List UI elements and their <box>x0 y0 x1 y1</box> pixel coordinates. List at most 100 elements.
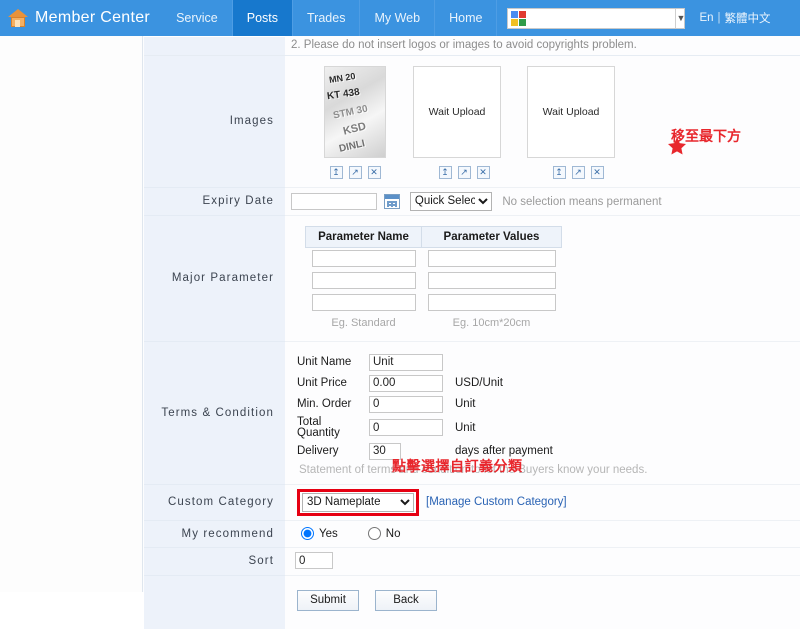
google-icon <box>511 10 527 26</box>
unit-name-cell <box>369 352 447 373</box>
delivery-label: Delivery <box>297 445 339 457</box>
language-switcher: En | 繁體中文 <box>699 0 770 36</box>
back-button[interactable]: Back <box>375 589 437 611</box>
image-placeholder-2[interactable]: Wait Upload <box>413 65 501 158</box>
delete-icon[interactable]: ✕ <box>367 165 381 179</box>
delivery-row: Delivery days after payment <box>297 441 557 462</box>
copyright-notice-text: 2. Please do not insert logos or images … <box>291 38 637 51</box>
delivery-input[interactable] <box>369 442 401 460</box>
total-quantity-unit: Unit <box>455 421 476 434</box>
nav-tab-service[interactable]: Service <box>162 0 233 36</box>
image-slot-2[interactable]: Wait Upload ↥ ↗ ✕ <box>413 65 515 179</box>
major-parameter-cell: Parameter Name Parameter Values Eg. Stan… <box>285 215 800 342</box>
parameter-value-cell-2 <box>422 270 562 292</box>
nav-tab-home[interactable]: Home <box>435 0 498 36</box>
parameter-name-cell-1 <box>306 247 422 270</box>
manage-custom-category-link[interactable]: [Manage Custom Category] <box>426 496 567 508</box>
house-icon <box>8 8 28 28</box>
unit-name-row: Unit Name <box>297 352 557 373</box>
my-recommend-yes-option[interactable]: Yes <box>301 527 338 540</box>
parameter-name-cell-3 <box>306 292 422 314</box>
custom-category-row: Custom Category 3D Nameplate [Manage Cus… <box>144 483 800 521</box>
search-input[interactable] <box>529 8 676 28</box>
my-recommend-label: My recommend <box>144 519 285 548</box>
total-quantity-input[interactable] <box>369 419 443 436</box>
form-actions-row: Submit Back <box>144 574 800 629</box>
my-recommend-no-option[interactable]: No <box>367 527 400 540</box>
parameter-value-input-1[interactable] <box>427 249 556 267</box>
major-parameter-row: Major Parameter Parameter Name Parameter… <box>144 214 800 342</box>
form-actions-cell: Submit Back <box>285 575 800 629</box>
search-box[interactable]: ▼ <box>507 7 686 29</box>
notice-row: 2. Please do not insert logos or images … <box>144 36 800 56</box>
upload-icon[interactable]: ↥ <box>552 165 566 179</box>
parameter-name-cell-2 <box>306 270 422 292</box>
parameter-value-example: Eg. 10cm*20cm <box>452 316 531 329</box>
parameter-value-header: Parameter Values <box>421 225 562 248</box>
unit-name-input[interactable] <box>369 353 443 371</box>
parameter-name-input-3[interactable] <box>311 293 416 311</box>
image-placeholder-3[interactable]: Wait Upload <box>527 65 615 158</box>
nav-tab-trades[interactable]: Trades <box>293 0 361 36</box>
image-thumbnail[interactable]: MN 20 KT 438 STM 30 KSD DINLI <box>324 65 386 158</box>
expand-icon[interactable]: ↗ <box>571 165 585 179</box>
parameter-value-cell-3 <box>422 292 562 314</box>
unit-price-label: Unit Price <box>297 377 347 389</box>
my-recommend-cell: Yes No <box>285 520 800 548</box>
upload-icon[interactable]: ↥ <box>438 165 452 179</box>
terms-statement-text: Statement of terms and condition to let … <box>299 463 648 476</box>
plate-line-1: MN 20 <box>328 70 357 85</box>
min-order-cell <box>369 394 447 415</box>
calendar-icon[interactable] <box>384 193 401 209</box>
left-pane <box>0 36 143 592</box>
parameter-value-input-2[interactable] <box>427 271 556 289</box>
quick-select-dropdown[interactable]: Quick Select <box>409 191 492 211</box>
parameter-table: Parameter Name Parameter Values Eg. Stan… <box>305 225 562 331</box>
search-area: ▼ <box>507 0 686 36</box>
image-slot-3[interactable]: Wait Upload ↥ ↗ ✕ <box>527 65 629 179</box>
lang-en-link[interactable]: En <box>699 12 713 24</box>
images-row: Images MN 20 KT 438 STM 30 KSD DINLI ↥ ↗… <box>144 54 800 188</box>
delete-icon[interactable]: ✕ <box>476 165 490 179</box>
plate-line-2: KT 438 <box>326 86 361 102</box>
parameter-example-row: Eg. Standard Eg. 10cm*20cm <box>306 314 562 331</box>
parameter-table-wrap: Parameter Name Parameter Values Eg. Stan… <box>291 220 800 337</box>
expand-icon[interactable]: ↗ <box>348 165 362 179</box>
parameter-name-input-2[interactable] <box>311 271 416 289</box>
images-label: Images <box>144 54 285 188</box>
sort-cell <box>285 547 800 576</box>
total-quantity-cell <box>369 415 447 441</box>
brand-home-link[interactable]: Member Center <box>0 0 163 36</box>
nav-tab-my-web[interactable]: My Web <box>360 0 436 36</box>
expiry-date-input[interactable] <box>291 192 377 210</box>
expiry-hint-text: No selection means permanent <box>502 196 662 209</box>
image-actions-2: ↥ ↗ ✕ <box>413 165 515 179</box>
expand-icon[interactable]: ↗ <box>457 165 471 179</box>
min-order-input[interactable] <box>369 395 443 413</box>
terms-condition-row: Terms & Condition Unit Name Unit Price <box>144 340 800 485</box>
parameter-name-input-1[interactable] <box>311 249 416 267</box>
image-slot-1[interactable]: MN 20 KT 438 STM 30 KSD DINLI ↥ ↗ ✕ <box>309 65 401 179</box>
nav-tab-posts[interactable]: Posts <box>232 0 294 36</box>
min-order-unit: Unit <box>455 398 476 410</box>
chevron-down-icon[interactable]: ▼ <box>675 8 685 28</box>
upload-icon[interactable]: ↥ <box>329 165 343 179</box>
content-pane: 2. Please do not insert logos or images … <box>144 36 800 629</box>
total-quantity-label: Total Quantity <box>297 415 340 439</box>
lang-zh-link[interactable]: 繁體中文 <box>725 10 771 26</box>
terms-condition-label: Terms & Condition <box>144 340 285 485</box>
custom-category-dropdown[interactable]: 3D Nameplate <box>302 492 414 512</box>
sort-input[interactable] <box>295 552 333 570</box>
unit-price-input[interactable] <box>369 374 443 392</box>
plate-line-4: KSD <box>341 119 368 138</box>
sort-label: Sort <box>144 546 285 576</box>
delete-icon[interactable]: ✕ <box>590 165 604 179</box>
my-recommend-no-radio[interactable] <box>367 527 381 540</box>
my-recommend-yes-radio[interactable] <box>301 527 314 540</box>
major-parameter-label: Major Parameter <box>144 214 285 342</box>
brand-title: Member Center <box>35 9 151 26</box>
parameter-value-input-3[interactable] <box>427 293 556 311</box>
sort-row: Sort <box>144 546 800 576</box>
my-recommend-yes-label: Yes <box>319 527 338 540</box>
submit-button[interactable]: Submit <box>297 589 359 611</box>
